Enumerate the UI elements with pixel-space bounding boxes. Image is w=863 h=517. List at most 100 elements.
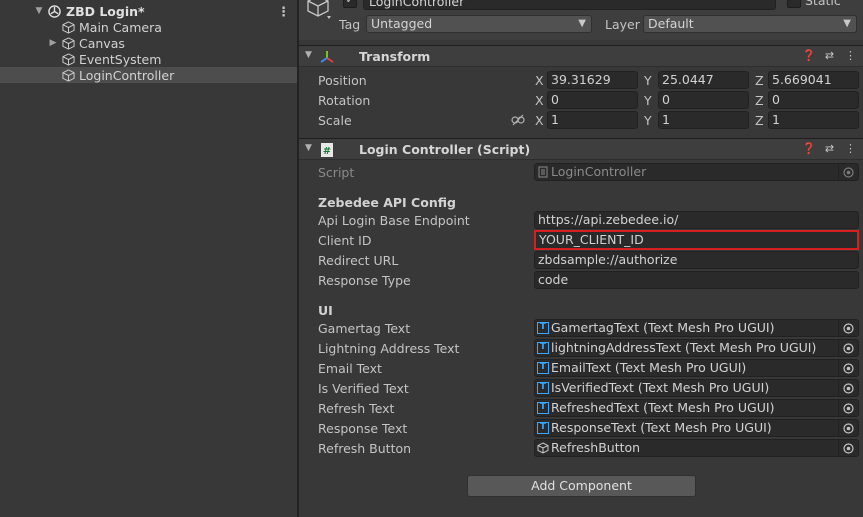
layer-dropdown[interactable]: Default ▼: [643, 15, 857, 33]
axis-y-label[interactable]: Y: [644, 73, 652, 88]
axis-x-label[interactable]: X: [535, 113, 544, 128]
email-text-label: Email Text: [318, 361, 382, 376]
transform-title: Transform: [359, 49, 431, 64]
object-name-input[interactable]: LoginController: [363, 0, 776, 10]
response-text-value: ResponseText (Text Mesh Pro UGUI): [551, 420, 772, 435]
scale-y-input[interactable]: 1: [658, 111, 749, 129]
position-y-input[interactable]: 25.0447: [658, 71, 749, 89]
hierarchy-item-eventsystem[interactable]: EventSystem: [0, 51, 297, 67]
fold-arrow-icon[interactable]: ▼: [305, 143, 312, 153]
object-picker-icon[interactable]: [838, 440, 858, 456]
hierarchy-item-label: EventSystem: [79, 51, 162, 67]
api-config-section-title: Zebedee API Config: [318, 195, 456, 210]
axis-z-label[interactable]: Z: [755, 93, 764, 108]
scene-row[interactable]: ▼ ZBD Login* ⋮: [0, 3, 297, 21]
constrain-proportions-link-icon[interactable]: [511, 114, 525, 126]
transform-header[interactable]: ▼ Transform ❓ ⇄ ⋮: [299, 45, 863, 67]
script-value: LoginController: [551, 164, 647, 179]
refresh-button-label: Refresh Button: [318, 441, 412, 456]
hierarchy-item-label: LoginController: [79, 67, 175, 83]
static-label: Static: [805, 0, 841, 8]
kebab-menu-icon[interactable]: ⋮: [844, 49, 857, 63]
help-icon[interactable]: ❓: [802, 142, 816, 156]
active-checkbox[interactable]: ✓: [343, 0, 357, 8]
help-icon[interactable]: ❓: [802, 49, 816, 63]
expand-arrow-icon[interactable]: ▶: [48, 38, 58, 48]
object-picker-icon[interactable]: [838, 420, 858, 436]
textmeshpro-icon: T: [537, 322, 549, 334]
expand-arrow-icon[interactable]: ▼: [34, 6, 44, 16]
ui-section-title: UI: [318, 303, 333, 318]
refresh-button-field[interactable]: RefreshButton: [534, 439, 859, 457]
layer-value: Default: [648, 16, 694, 31]
script-label: Script: [318, 165, 355, 180]
tag-dropdown[interactable]: Untagged ▼: [366, 15, 592, 33]
hierarchy-item-label: Main Camera: [79, 19, 162, 35]
hierarchy-item-canvas[interactable]: ▶ Canvas: [0, 35, 297, 51]
is-verified-text-value: IsVerifiedText (Text Mesh Pro UGUI): [551, 380, 770, 395]
lightning-address-text-field[interactable]: T lightningAddressText (Text Mesh Pro UG…: [534, 339, 859, 357]
script-field[interactable]: LoginController: [534, 163, 859, 181]
gamertag-text-label: Gamertag Text: [318, 321, 411, 336]
refresh-button-value: RefreshButton: [551, 440, 641, 455]
script-component-title: Login Controller (Script): [359, 142, 531, 157]
object-picker-icon[interactable]: [838, 380, 858, 396]
response-text-field[interactable]: T ResponseText (Text Mesh Pro UGUI): [534, 419, 859, 437]
add-component-button[interactable]: Add Component: [467, 475, 696, 497]
refresh-text-label: Refresh Text: [318, 401, 395, 416]
gamertag-text-field[interactable]: T GamertagText (Text Mesh Pro UGUI): [534, 319, 859, 337]
hierarchy-item-main-camera[interactable]: Main Camera: [0, 19, 297, 35]
gameobject-large-icon: [307, 0, 331, 19]
axis-z-label[interactable]: Z: [755, 113, 764, 128]
axis-y-label[interactable]: Y: [644, 113, 652, 128]
hierarchy-item-label: Canvas: [79, 35, 125, 51]
gameobject-cube-icon: [62, 52, 75, 66]
redirect-url-label: Redirect URL: [318, 253, 399, 268]
axis-x-label[interactable]: X: [535, 73, 544, 88]
static-checkbox[interactable]: [787, 0, 801, 8]
gameobject-header: ✓ LoginController Static Tag Untagged ▼ …: [299, 0, 863, 40]
client-id-input[interactable]: YOUR_CLIENT_ID: [534, 230, 859, 250]
preset-sliders-icon[interactable]: ⇄: [823, 49, 836, 63]
client-id-label: Client ID: [318, 233, 372, 248]
script-hash-icon: #: [321, 143, 333, 157]
object-picker-icon[interactable]: [838, 400, 858, 416]
object-picker-icon[interactable]: [838, 164, 858, 180]
script-file-icon: [538, 166, 548, 178]
is-verified-text-field[interactable]: T IsVerifiedText (Text Mesh Pro UGUI): [534, 379, 859, 397]
object-picker-icon[interactable]: [838, 360, 858, 376]
preset-sliders-icon[interactable]: ⇄: [823, 142, 836, 156]
object-picker-icon[interactable]: [838, 340, 858, 356]
response-type-input[interactable]: code: [534, 271, 859, 289]
email-text-field[interactable]: T EmailText (Text Mesh Pro UGUI): [534, 359, 859, 377]
axis-x-label[interactable]: X: [535, 93, 544, 108]
refresh-text-value: RefreshedText (Text Mesh Pro UGUI): [551, 400, 775, 415]
axis-z-label[interactable]: Z: [755, 73, 764, 88]
textmeshpro-icon: T: [537, 382, 549, 394]
position-x-input[interactable]: 39.31629: [547, 71, 638, 89]
refresh-text-field[interactable]: T RefreshedText (Text Mesh Pro UGUI): [534, 399, 859, 417]
script-component-header[interactable]: ▼ # Login Controller (Script) ❓ ⇄ ⋮: [299, 138, 863, 160]
object-picker-icon[interactable]: [838, 320, 858, 336]
redirect-url-input[interactable]: zbdsample://authorize: [534, 251, 859, 269]
lightning-address-text-value: lightningAddressText (Text Mesh Pro UGUI…: [551, 340, 817, 355]
rotation-label: Rotation: [318, 93, 371, 108]
tag-label: Tag: [339, 17, 361, 32]
response-text-label: Response Text: [318, 421, 408, 436]
axis-y-label[interactable]: Y: [644, 93, 652, 108]
hierarchy-item-logincontroller[interactable]: LoginController: [0, 67, 297, 83]
rotation-z-input[interactable]: 0: [768, 91, 859, 109]
scale-z-input[interactable]: 1: [768, 111, 859, 129]
rotation-x-input[interactable]: 0: [547, 91, 638, 109]
rotation-y-input[interactable]: 0: [658, 91, 749, 109]
position-z-input[interactable]: 5.669041: [768, 71, 859, 89]
gameobject-cube-icon: [537, 442, 549, 454]
kebab-menu-icon[interactable]: ⋮: [277, 5, 290, 20]
kebab-menu-icon[interactable]: ⋮: [844, 142, 857, 156]
svg-text:#: #: [323, 146, 331, 157]
fold-arrow-icon[interactable]: ▼: [305, 50, 312, 60]
caret-down-icon: ▼: [843, 18, 851, 29]
api-endpoint-input[interactable]: https://api.zebedee.io/: [534, 211, 859, 229]
response-type-label: Response Type: [318, 273, 411, 288]
scale-x-input[interactable]: 1: [547, 111, 638, 129]
